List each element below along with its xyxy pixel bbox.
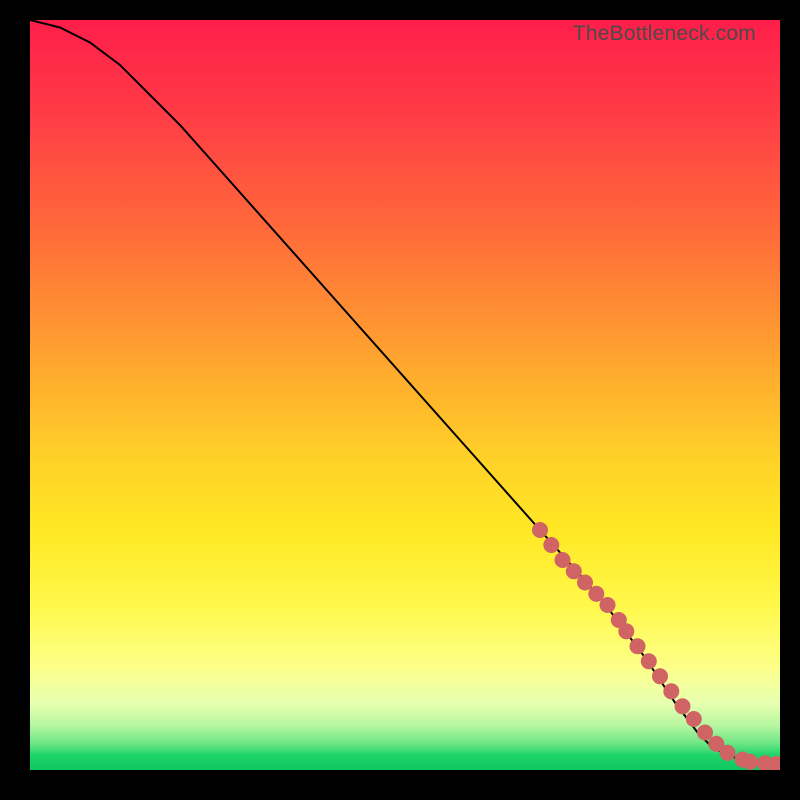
- bottleneck-curve: [30, 20, 780, 764]
- chart-overlay: [30, 20, 780, 770]
- data-point: [577, 575, 593, 591]
- data-point: [532, 522, 548, 538]
- chart-frame: TheBottleneck.com: [0, 0, 800, 800]
- data-point: [686, 711, 702, 727]
- data-point: [641, 653, 657, 669]
- data-point: [543, 537, 559, 553]
- data-point: [675, 698, 691, 714]
- data-point: [720, 745, 736, 761]
- data-point: [555, 552, 571, 568]
- data-point-group: [532, 522, 780, 770]
- data-point: [618, 623, 634, 639]
- data-point: [697, 725, 713, 741]
- data-point: [652, 668, 668, 684]
- data-point: [630, 638, 646, 654]
- data-point: [663, 683, 679, 699]
- data-point: [742, 754, 758, 770]
- data-point: [600, 597, 616, 613]
- plot-area: TheBottleneck.com: [30, 20, 780, 770]
